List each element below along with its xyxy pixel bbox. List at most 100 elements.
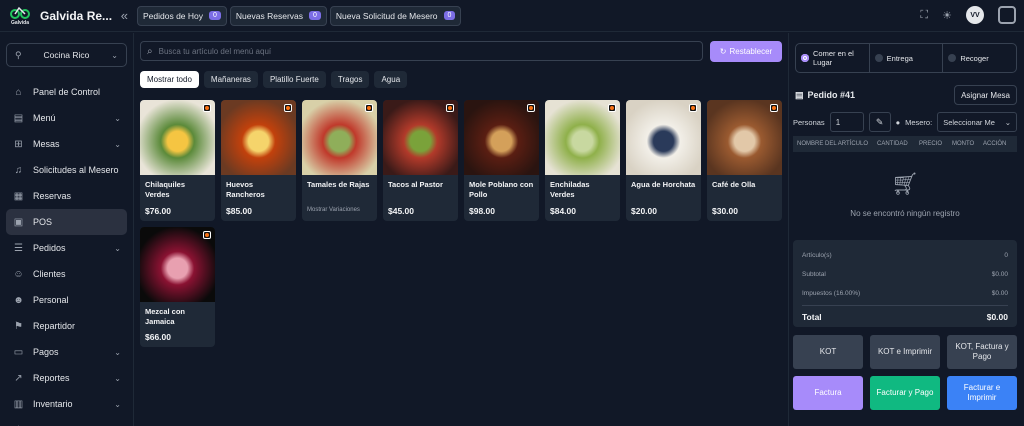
summary-label: Subtotal <box>802 271 826 278</box>
notification-pill[interactable]: Nueva Solicitud de Mesero 0 <box>329 5 462 26</box>
non-veg-icon <box>527 104 535 112</box>
menu-item-card[interactable]: Enchiladas Verdes $84.00 <box>545 100 620 221</box>
table-icon: ⊞ <box>14 138 23 150</box>
brand-name: Galvida Re... <box>40 8 113 23</box>
filter-chip[interactable]: Mañaneras <box>203 71 258 88</box>
menu-item-card[interactable]: Tacos al Pastor $45.00 <box>383 100 458 221</box>
kot-button-1[interactable]: KOT e Imprimir <box>870 335 940 369</box>
menu-item-image <box>626 100 701 175</box>
menu-item-name: Huevos Rancheros <box>226 180 265 199</box>
pill-count-badge: 0 <box>209 11 221 20</box>
pill-count-badge: 0 <box>443 11 456 20</box>
menu-item-price: $85.00 <box>226 206 252 216</box>
filter-chip[interactable]: Platillo Fuerte <box>262 71 326 88</box>
fullscreen-icon[interactable]: ⛶ <box>920 9 928 22</box>
bill-button-0[interactable]: Factura <box>793 376 863 410</box>
non-veg-icon <box>446 104 454 112</box>
assign-table-button[interactable]: Asignar Mesa <box>954 85 1017 105</box>
menu-item-card[interactable]: Mole Poblano con Pollo $98.00 <box>464 100 539 221</box>
delivery-icon: ⚑ <box>14 320 23 332</box>
chevron-down-icon: ⌄ <box>111 50 118 60</box>
filter-chip[interactable]: Mostrar todo <box>140 71 199 88</box>
menu-item-card[interactable]: Tamales de Rajas Mostrar Variaciones <box>302 100 377 221</box>
order-type-option[interactable]: Comer en el Lugar <box>796 44 870 72</box>
search-icon: ⌕ <box>147 45 153 57</box>
sidebar-item-pagos[interactable]: ▭ Pagos ⌄ <box>6 339 127 365</box>
location-pin-icon: ⚲ <box>15 49 22 60</box>
logo: Galvida <box>6 3 34 29</box>
sidebar-item-repartidor[interactable]: ⚑ Repartidor <box>6 313 127 339</box>
notification-pill[interactable]: Pedidos de Hoy 0 <box>137 5 227 26</box>
radio-button[interactable] <box>801 54 809 62</box>
persons-row: Personas 1 ✎ ● Mesero: Seleccionar Me ⌄ <box>793 112 1017 132</box>
reset-button[interactable]: ↻ Restablecer <box>710 41 782 62</box>
order-title: ▤ Pedido #41 <box>795 90 954 101</box>
menu-item-card[interactable]: Chilaquiles Verdes $76.00 <box>140 100 215 221</box>
logo-text: Galvida <box>10 20 30 26</box>
pill-label: Nueva Solicitud de Mesero <box>335 10 438 21</box>
kot-button-0[interactable]: KOT <box>793 335 863 369</box>
avatar[interactable]: VV <box>966 6 984 24</box>
kot-button-2[interactable]: KOT, Factura y Pago <box>947 335 1017 369</box>
persons-label: Personas <box>793 117 825 127</box>
sidebar-item-menú[interactable]: ▤ Menú ⌄ <box>6 105 127 131</box>
summary-value: 0 <box>1004 252 1008 259</box>
chevron-down-icon: ⌄ <box>114 399 121 409</box>
menu-item-card[interactable]: Café de Olla $30.00 <box>707 100 782 221</box>
search-bar[interactable]: ⌕ <box>140 41 703 61</box>
kitchen-selector[interactable]: ⚲ Cocina Rico ⌄ <box>6 43 127 67</box>
bill-button-2[interactable]: Facturar e Imprimir <box>947 376 1017 410</box>
order-type-selector: Comer en el Lugar Entrega Recoger <box>795 43 1017 73</box>
sidebar-item-pedidos[interactable]: ☰ Pedidos ⌄ <box>6 235 127 261</box>
order-type-label: Recoger <box>960 53 989 63</box>
edit-icon[interactable]: ✎ <box>868 112 891 132</box>
sidebar-item-clientes[interactable]: ☺ Clientes <box>6 261 127 287</box>
search-input[interactable] <box>158 46 659 56</box>
sidebar-item-reservas[interactable]: ▦ Reservas <box>6 183 127 209</box>
sidebar-item-configuración[interactable]: ⚙Configuración <box>6 417 127 426</box>
menu-item-name: Mezcal con Jamaica <box>145 307 186 326</box>
summary-value: $0.00 <box>991 290 1008 297</box>
cart-icon: 🛒︎ <box>891 171 919 196</box>
bill-button-1[interactable]: Facturar y Pago <box>870 376 940 410</box>
sidebar-item-personal[interactable]: ☻ Personal <box>6 287 127 313</box>
reports-icon: ↗ <box>14 372 23 384</box>
sidebar-item-reportes[interactable]: ↗ Reportes ⌄ <box>6 365 127 391</box>
total-label: Total <box>802 311 822 322</box>
show-variations-link[interactable]: Mostrar Variaciones <box>307 207 360 213</box>
sidebar-item-label: Solicitudes al Mesero <box>33 165 119 175</box>
sidebar-item-pos[interactable]: ▣ POS <box>6 209 127 235</box>
sidebar-item-panel-de-control[interactable]: ⌂ Panel de Control <box>6 79 127 105</box>
notification-pill[interactable]: Nuevas Reservas 0 <box>229 5 327 26</box>
menu-item-name: Enchiladas Verdes <box>550 180 590 199</box>
radio-button[interactable] <box>948 54 957 62</box>
sidebar-item-solicitudes-al-mesero[interactable]: ♫ Solicitudes al Mesero <box>6 157 127 183</box>
sidebar-item-label: Pedidos <box>33 243 66 253</box>
sidebar-item-mesas[interactable]: ⊞ Mesas ⌄ <box>6 131 127 157</box>
menu-item-card[interactable]: Mezcal con Jamaica $66.00 <box>140 227 215 347</box>
radio-button[interactable] <box>874 54 883 62</box>
summary-row: Artículo(s) 0 <box>802 246 1008 265</box>
order-type-option[interactable]: Entrega <box>870 44 944 72</box>
menu-item-price: $20.00 <box>631 206 657 216</box>
persons-input[interactable]: 1 <box>829 112 864 132</box>
filter-chip[interactable]: Tragos <box>330 71 370 88</box>
non-veg-icon <box>608 104 616 112</box>
chevron-down-icon: ⌄ <box>114 113 121 123</box>
menu-item-card[interactable]: Agua de Horchata $20.00 <box>626 100 701 221</box>
window-toggle-icon[interactable] <box>998 6 1016 24</box>
theme-toggle-icon[interactable]: ☀ <box>942 9 952 22</box>
menu-item-image <box>707 100 782 175</box>
waiter-select[interactable]: Seleccionar Me ⌄ <box>937 112 1017 132</box>
sidebar-item-inventario[interactable]: ▥ Inventario ⌄ <box>6 391 127 417</box>
menu-item-price: $76.00 <box>145 206 171 216</box>
order-type-option[interactable]: Recoger <box>943 44 1016 72</box>
sidebar-item-label: Reportes <box>33 373 70 383</box>
refresh-icon: ↻ <box>719 47 727 56</box>
column-header: CANTIDAD <box>877 141 908 147</box>
notification-pills: Pedidos de Hoy 0 Nuevas Reservas 0 Nueva Sol… <box>134 5 462 26</box>
summary-row: Subtotal $0.00 <box>802 265 1008 284</box>
menu-item-card[interactable]: Huevos Rancheros $85.00 <box>221 100 296 221</box>
filter-chip[interactable]: Agua <box>374 71 408 88</box>
collapse-sidebar-icon[interactable]: « <box>121 8 128 23</box>
